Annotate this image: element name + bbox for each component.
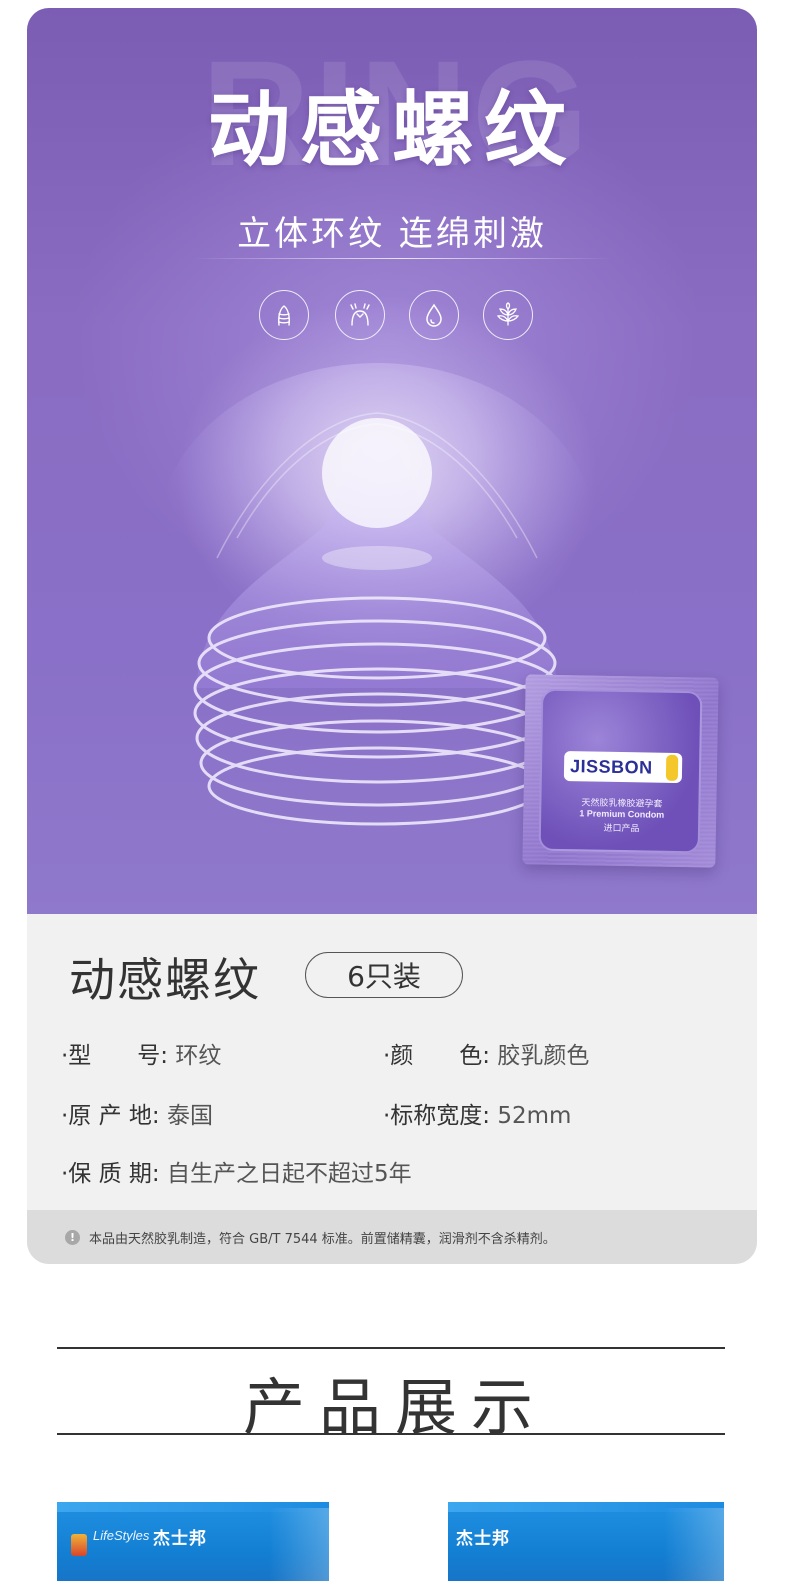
box-shine [269,1508,329,1581]
hero-banner: RING 动感螺纹 立体环纹 连绵刺激 JISSBON 天然胶乳橡胶避孕套 1 … [27,8,757,914]
spec-value: 52mm [497,1103,572,1129]
spec-panel: 动感螺纹 6只装 ·型 号: 环纹 ·颜 色: 胶乳颜色 ·原 产 地: 泰国 … [27,914,757,1264]
section-bottom-divider [57,1433,725,1435]
packet-brand: JISSBON [569,755,653,778]
lifestyles-logo-icon [71,1534,87,1556]
ribbed-icon [259,290,309,340]
feature-icon-row [259,290,539,342]
box-brand: 杰士邦 [153,1529,207,1549]
leaf-icon [483,290,533,340]
hero-title: 动感螺纹 [207,83,576,178]
logo-mark-icon [665,754,679,782]
drop-icon [409,290,459,340]
spec-label: ·颜 色: [383,1043,491,1069]
spec-color: ·颜 色: 胶乳颜色 [383,1036,589,1070]
spec-value: 自生产之日起不超过5年 [167,1161,412,1187]
product-box-1: LifeStyles 杰士邦 [57,1502,329,1581]
section-top-divider [57,1347,725,1349]
spec-value: 胶乳颜色 [497,1043,590,1069]
spec-shelf-life: ·保 质 期: 自生产之日起不超过5年 [61,1154,412,1188]
spec-label: ·保 质 期: [61,1161,160,1187]
spec-label: ·标称宽度: [383,1103,491,1129]
box-sub-brand: LifeStyles [93,1528,150,1543]
notice-bar: ! 本品由天然胶乳制造，符合 GB/T 7544 标准。前置储精囊，润滑剂不含杀… [27,1210,757,1264]
packet-text-en: 1 Premium Condom [579,808,665,820]
spec-label: ·型 号: [61,1043,169,1069]
packet-inner: JISSBON 天然胶乳橡胶避孕套 1 Premium Condom 进口产品 [538,688,703,854]
spec-width: ·标称宽度: 52mm [383,1096,571,1130]
hero-subtitle: 立体环纹 连绵刺激 [237,214,547,254]
spec-label: ·原 产 地: [61,1103,160,1129]
stimulation-icon [335,290,385,340]
product-box-2: 杰士邦 [448,1502,724,1581]
pack-size-badge: 6只装 [305,952,463,998]
notice-text: 本品由天然胶乳制造，符合 GB/T 7544 标准。前置储精囊，润滑剂不含杀精剂… [89,1231,556,1247]
spec-model: ·型 号: 环纹 [61,1036,221,1070]
spec-origin: ·原 产 地: 泰国 [61,1096,213,1130]
hero-divider [192,258,612,259]
box-brand: 杰士邦 [456,1529,510,1549]
packet-text-import: 进口产品 [603,822,640,834]
box-shine [664,1508,724,1581]
spec-value: 环纹 [175,1043,222,1069]
product-name: 动感螺纹 [69,953,261,1007]
condom-packet: JISSBON 天然胶乳橡胶避孕套 1 Premium Condom 进口产品 [522,674,719,868]
spec-value: 泰国 [167,1103,213,1129]
info-icon: ! [65,1229,80,1245]
jissbon-logo: JISSBON [563,751,683,784]
product-card: RING 动感螺纹 立体环纹 连绵刺激 JISSBON 天然胶乳橡胶避孕套 1 … [27,8,757,1264]
